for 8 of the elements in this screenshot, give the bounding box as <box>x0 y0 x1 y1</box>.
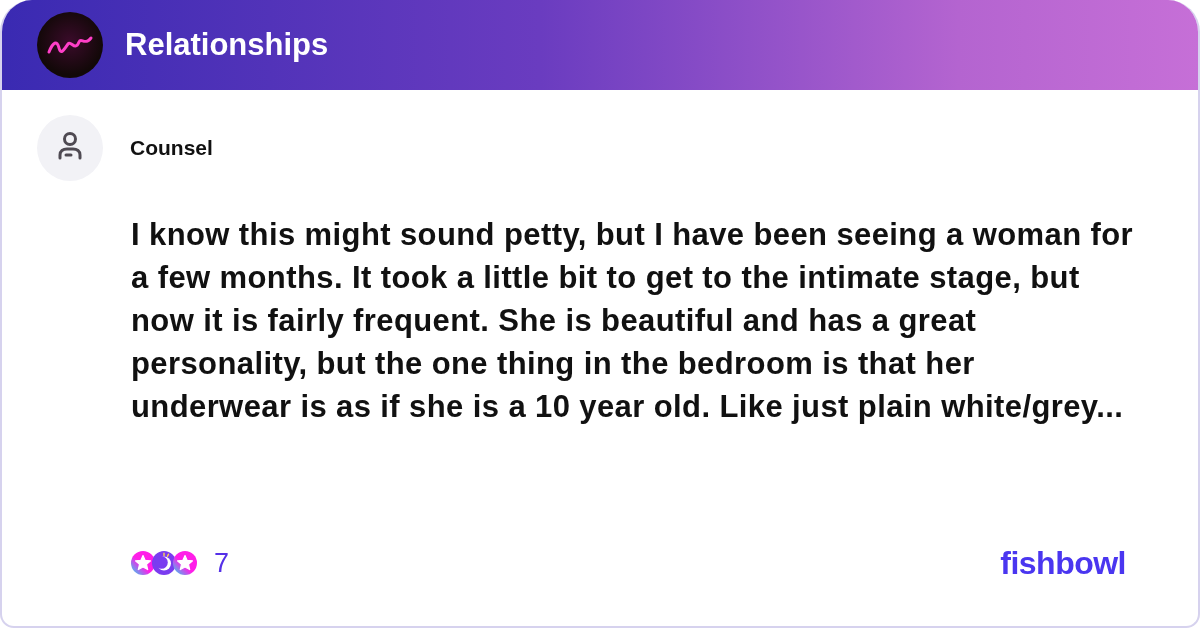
group-avatar-photo <box>37 12 103 78</box>
user-avatar-icon <box>37 115 103 181</box>
reaction-count: 7 <box>214 546 230 579</box>
author-name: Counsel <box>130 136 213 160</box>
moon-icon <box>152 550 176 575</box>
brand-logo: fishbowl <box>1000 543 1126 582</box>
post-text: I know this might sound petty, but I have been seeing a woman for a few months. It took a little bit to get to the intimate stage, but now it is fairly frequent. She is beautiful and has a great personality, but the one thing in the bedroom is that her underwear is as if she is a 10 year old. Like just plain white/grey... <box>131 216 1135 426</box>
group-title[interactable]: Relationships <box>125 26 329 64</box>
